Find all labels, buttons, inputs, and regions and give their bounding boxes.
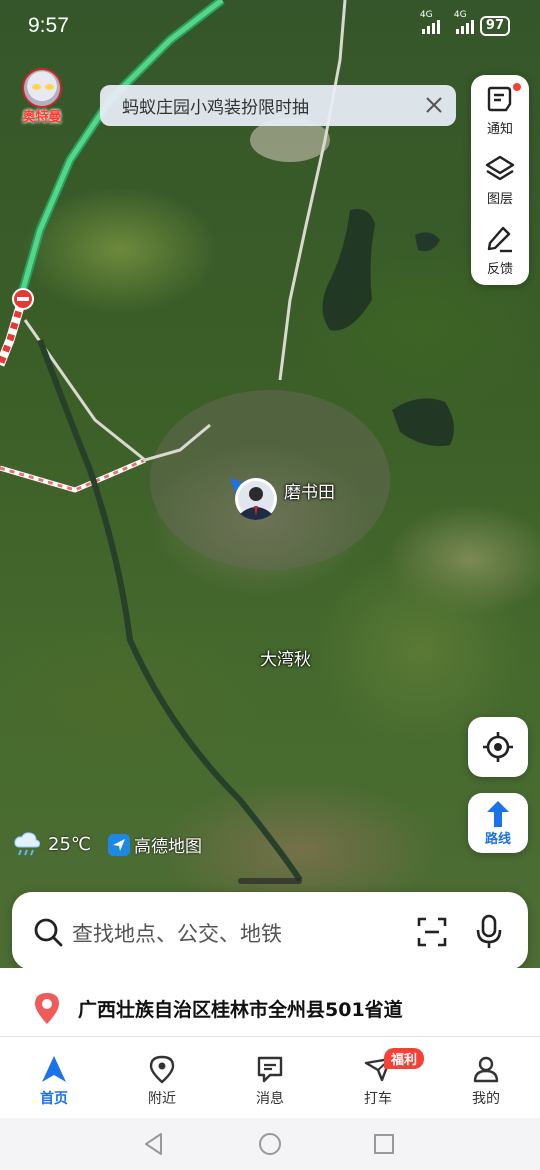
bottom-sheet: 广西壮族自治区桂林市全州县501省道 首页 附近 消息 福利 打车 我的 <box>0 968 540 1170</box>
feedback-button[interactable]: 反馈 <box>471 215 529 285</box>
network-type: 4G <box>419 10 433 20</box>
nav-label: 打车 <box>364 1091 392 1107</box>
nav-label: 首页 <box>40 1091 68 1107</box>
search-bar[interactable]: 查找地点、公交、地铁 <box>12 892 528 970</box>
nav-label: 消息 <box>256 1091 284 1107</box>
current-address: 广西壮族自治区桂林市全州县501省道 <box>78 998 403 1021</box>
layers-label: 图层 <box>486 191 513 207</box>
layers-icon <box>485 155 515 180</box>
notice-icon <box>487 86 512 111</box>
promo-text: 蚂蚁庄园小鸡装扮限时抽 <box>122 98 309 118</box>
network-type: 4G <box>453 10 467 20</box>
navigation-arrow-icon <box>42 1056 66 1082</box>
amap-brand: 高德地图 <box>108 832 202 857</box>
village-label[interactable]: 磨书田 <box>284 478 335 503</box>
lake <box>322 209 375 331</box>
provincial-road-dash <box>0 458 146 492</box>
route-button[interactable]: 路线 <box>468 793 528 853</box>
nav-nearby[interactable]: 附近 <box>108 1046 216 1116</box>
drag-handle[interactable] <box>238 878 302 884</box>
temperature: 25℃ <box>48 833 92 855</box>
locate-me-button[interactable] <box>468 717 528 777</box>
message-icon <box>257 1056 283 1083</box>
back-icon[interactable] <box>143 1132 165 1156</box>
person-icon <box>473 1056 499 1083</box>
notice-label: 通知 <box>486 121 513 137</box>
crosshair-icon <box>483 732 513 762</box>
ultraman-activity-icon[interactable]: 奥特曼 <box>14 68 70 130</box>
user-location-marker[interactable] <box>228 476 280 522</box>
village-label[interactable]: 大湾秋 <box>260 645 311 670</box>
nav-me[interactable]: 我的 <box>432 1046 540 1116</box>
current-location-row[interactable]: 广西壮族自治区桂林市全州县501省道 <box>0 980 540 1036</box>
ultraman-label: 奥特曼 <box>22 110 62 125</box>
location-pin-icon <box>149 1055 175 1084</box>
notice-button[interactable]: 通知 <box>471 75 529 145</box>
nav-home[interactable]: 首页 <box>0 1046 108 1116</box>
location-pin-icon <box>35 993 59 1024</box>
home-icon[interactable] <box>258 1132 282 1156</box>
status-icons: 4G 4G 97 <box>420 10 510 36</box>
search-icon <box>34 918 63 947</box>
signal-icon: 4G <box>454 10 474 34</box>
nav-taxi[interactable]: 福利 打车 <box>324 1046 432 1116</box>
edit-icon <box>487 226 512 252</box>
divider <box>0 1036 540 1037</box>
rain-cloud-icon <box>14 832 41 856</box>
amap-logo-icon <box>108 833 130 856</box>
pond <box>415 232 440 252</box>
route-label: 路线 <box>484 831 511 847</box>
search-input[interactable]: 查找地点、公交、地铁 <box>72 918 282 948</box>
welfare-badge: 福利 <box>384 1048 425 1069</box>
no-entry-icon[interactable] <box>12 288 34 310</box>
bottom-nav: 首页 附近 消息 福利 打车 我的 <box>0 1046 540 1116</box>
nav-label: 我的 <box>472 1091 500 1107</box>
lake <box>392 398 454 447</box>
promo-banner[interactable]: 蚂蚁庄园小鸡装扮限时抽 <box>100 85 456 126</box>
signal-icon: 4G <box>420 10 440 34</box>
map-tools-panel: 通知 图层 反馈 <box>471 75 529 285</box>
unread-dot <box>513 83 521 91</box>
status-bar: 9:57 4G 4G 97 <box>0 0 540 52</box>
amap-name: 高德地图 <box>134 837 202 857</box>
closed-road <box>0 298 27 367</box>
layers-button[interactable]: 图层 <box>471 145 529 215</box>
system-nav-bar <box>0 1118 540 1170</box>
feedback-label: 反馈 <box>486 261 513 277</box>
scan-icon[interactable] <box>416 916 448 948</box>
status-time: 9:57 <box>28 14 69 37</box>
avatar-marker-icon <box>230 478 277 520</box>
route-arrow-icon <box>487 800 509 827</box>
microphone-icon[interactable] <box>474 914 504 950</box>
weather-widget[interactable]: 25℃ <box>12 830 91 858</box>
recents-icon[interactable] <box>373 1133 395 1155</box>
battery-indicator: 97 <box>479 16 510 36</box>
nav-label: 附近 <box>148 1091 176 1107</box>
ultraman-face-icon <box>22 68 62 108</box>
close-icon[interactable] <box>422 93 446 117</box>
nav-messages[interactable]: 消息 <box>216 1046 324 1116</box>
